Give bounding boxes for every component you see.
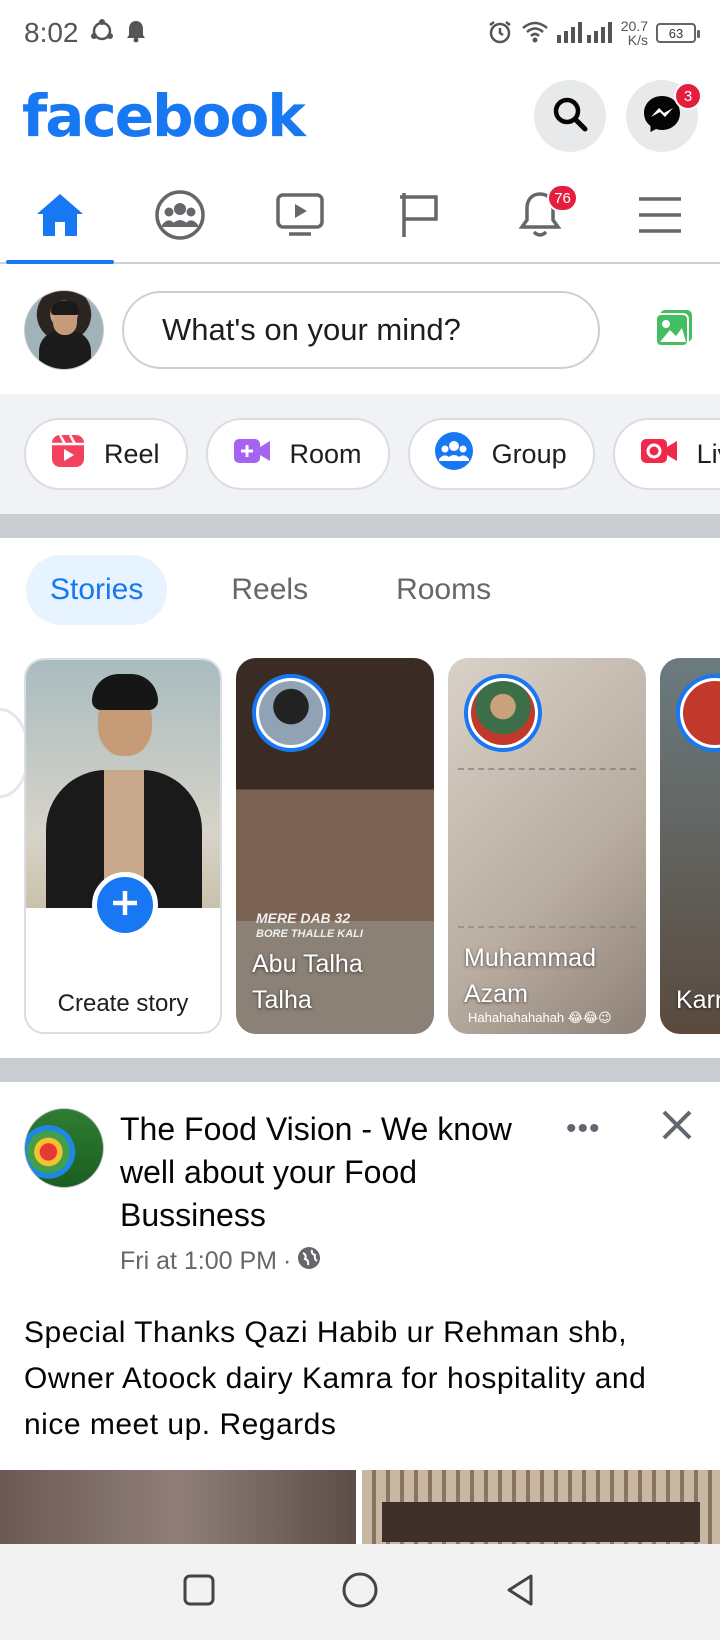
tab-reels[interactable]: Reels [207, 555, 332, 625]
chip-label: Liv [696, 438, 720, 469]
meta-separator: · [283, 1247, 292, 1275]
post-image[interactable] [362, 1470, 720, 1544]
recent-apps-button[interactable] [181, 1572, 217, 1613]
post-meta: Fri at 1:00 PM · [120, 1246, 321, 1277]
add-story-button[interactable] [92, 872, 158, 938]
story-author: Abu Talha Talha [252, 950, 363, 1014]
story-author: Karr [676, 986, 720, 1014]
tab-notifications[interactable]: 76 [480, 172, 600, 262]
tab-stories[interactable]: Stories [26, 555, 168, 625]
post-time[interactable]: Fri at 1:00 PM [120, 1247, 277, 1276]
group-icon [434, 431, 474, 478]
post-composer: What's on your mind? [0, 266, 720, 394]
status-time: 8:02 [24, 17, 79, 48]
story-card[interactable]: Karr [660, 658, 720, 1034]
net-speed: 20.7 K/s [620, 18, 648, 48]
sync-icon [89, 18, 115, 49]
live-icon [639, 436, 679, 473]
video-icon [275, 192, 325, 243]
post-close-button[interactable] [660, 1108, 694, 1147]
tab-home[interactable] [0, 172, 120, 264]
messenger-badge: 3 [674, 82, 702, 110]
story-overlay-text: MERE DAB 32 BORE THALLE KALI [256, 910, 363, 940]
create-live-chip[interactable]: Liv [612, 418, 720, 490]
user-avatar[interactable] [24, 290, 104, 370]
bell-status-icon [125, 19, 147, 48]
signal-icon [556, 21, 613, 46]
story-caption: Hahahahahahah 😂😂😉 [468, 1010, 612, 1025]
wifi-icon [521, 20, 549, 47]
photo-button[interactable] [652, 308, 696, 352]
alarm-icon [487, 19, 513, 48]
story-avatar [464, 674, 542, 752]
create-actions-row: Reel Room Group Liv [0, 394, 720, 514]
story-card[interactable]: Muhammad Azam Hahahahahahah 😂😂😉 [448, 658, 646, 1034]
chip-label: Room [289, 438, 362, 469]
post-images [0, 1470, 720, 1544]
create-group-chip[interactable]: Group [407, 418, 595, 490]
reel-icon [50, 433, 86, 476]
whats-on-your-mind-input[interactable]: What's on your mind? [122, 291, 600, 369]
home-icon [35, 192, 85, 243]
create-room-chip[interactable]: Room [205, 418, 390, 490]
story-tabs: Stories Reels Rooms [0, 540, 720, 640]
tab-groups[interactable] [120, 172, 240, 262]
create-reel-chip[interactable]: Reel [24, 418, 188, 490]
menu-icon [637, 195, 683, 240]
messenger-button[interactable]: 3 [626, 80, 702, 152]
main-tab-bar: 76 [0, 172, 720, 264]
handwritten-note [458, 768, 636, 928]
tab-watch[interactable] [240, 172, 360, 262]
groups-icon [154, 189, 206, 246]
tab-rooms[interactable]: Rooms [372, 555, 515, 625]
story-avatar [252, 674, 330, 752]
story-card[interactable]: MERE DAB 32 BORE THALLE KALI Abu Talha T… [236, 658, 434, 1034]
facebook-logo[interactable]: facebook [22, 82, 306, 150]
video-room-icon [232, 436, 272, 473]
create-story-card[interactable]: Create story [24, 658, 222, 1034]
notifications-badge: 76 [547, 184, 578, 212]
post-image[interactable] [0, 1470, 356, 1544]
status-bar: 8:02 20.7 K/s 63 [0, 0, 720, 66]
search-icon [551, 95, 589, 138]
chip-label: Reel [104, 438, 160, 469]
back-button[interactable] [503, 1572, 539, 1613]
story-author: Muhammad Azam [464, 944, 596, 1008]
create-story-label: Create story [57, 990, 189, 1017]
tab-pages[interactable] [360, 172, 480, 262]
flag-icon [398, 191, 442, 244]
globe-icon [297, 1246, 321, 1277]
section-divider [0, 514, 720, 538]
post-page-name[interactable]: The Food Vision - We know well about you… [120, 1108, 550, 1237]
create-story-photo [26, 660, 220, 908]
plus-icon [109, 887, 141, 924]
search-button[interactable] [534, 80, 606, 152]
app-header: facebook 3 [0, 66, 720, 166]
chip-label: Group [491, 438, 567, 469]
section-divider [0, 1058, 720, 1082]
post-text: Special Thanks Qazi Habib ur Rehman shb,… [24, 1316, 647, 1441]
system-nav-bar [0, 1544, 720, 1640]
stories-carousel: Create story MERE DAB 32 BORE THALLE KAL… [0, 658, 720, 1036]
tab-menu[interactable] [600, 172, 720, 262]
battery-indicator: 63 [656, 23, 700, 43]
post-more-button[interactable]: ••• [566, 1112, 601, 1146]
photo-icon [654, 308, 694, 353]
home-nav-button[interactable] [340, 1570, 380, 1615]
close-icon [660, 1110, 694, 1146]
story-avatar [676, 674, 720, 752]
post-header: The Food Vision - We know well about you… [0, 1084, 720, 1284]
page-avatar[interactable] [24, 1108, 104, 1188]
